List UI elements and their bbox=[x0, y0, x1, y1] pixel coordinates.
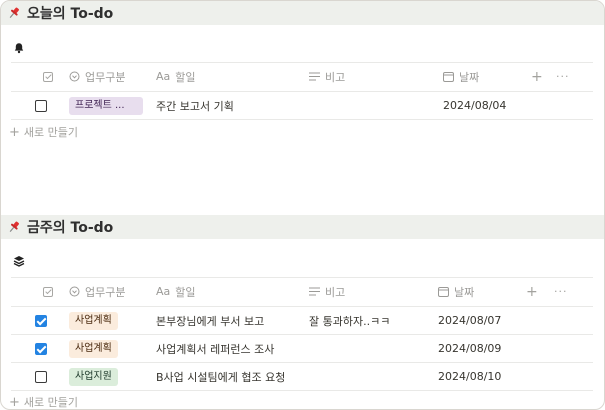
note-column-header[interactable]: 비고 bbox=[309, 63, 345, 90]
plus-icon: + bbox=[9, 124, 20, 140]
week-new-row-button[interactable]: + 새로 만들기 bbox=[9, 394, 78, 410]
today-new-row-button[interactable]: + 새로 만들기 bbox=[9, 124, 78, 140]
checkbox-header-icon bbox=[43, 286, 53, 297]
date-text[interactable]: 2024/08/10 bbox=[438, 363, 501, 390]
select-icon bbox=[69, 71, 80, 82]
week-title: 금주의 To-do bbox=[27, 220, 114, 236]
category-column-label: 업무구분 bbox=[85, 70, 126, 84]
todo-column-label: 할일 bbox=[175, 285, 196, 299]
category-tag: 사업지원 bbox=[69, 367, 118, 386]
todo-text[interactable]: 주간 보고서 기획 bbox=[156, 92, 234, 119]
category-tag: 프로젝트 ... bbox=[69, 96, 143, 115]
checkbox-column-header[interactable] bbox=[43, 63, 53, 90]
pushpin-icon bbox=[7, 220, 25, 234]
date-text[interactable]: 2024/08/09 bbox=[438, 335, 501, 362]
category-tag: 사업계획 bbox=[69, 339, 118, 358]
select-icon bbox=[69, 286, 80, 297]
title-prop-icon: Aa bbox=[156, 285, 171, 298]
plus-icon: + bbox=[9, 394, 20, 410]
date-column-header[interactable]: 날짜 bbox=[438, 278, 474, 305]
text-lines-icon bbox=[309, 287, 320, 296]
todo-column-header[interactable]: Aa 할일 bbox=[156, 278, 196, 305]
note-text[interactable]: 잘 통과하자..ㅋㅋ bbox=[309, 307, 390, 334]
more-options-button[interactable]: ··· bbox=[556, 63, 570, 90]
todo-text[interactable]: 사업계획서 레퍼런스 조사 bbox=[156, 335, 274, 362]
new-row-label: 새로 만들기 bbox=[23, 396, 79, 409]
text-lines-icon bbox=[309, 72, 320, 81]
note-column-header[interactable]: 비고 bbox=[309, 278, 345, 305]
note-column-label: 비고 bbox=[325, 285, 346, 299]
date-text[interactable]: 2024/08/04 bbox=[443, 92, 506, 119]
todo-checkbox[interactable] bbox=[35, 99, 47, 112]
todo-column-header[interactable]: Aa 할일 bbox=[156, 63, 196, 90]
add-property-button[interactable]: + bbox=[531, 63, 543, 90]
week-section-header: 금주의 To-do bbox=[1, 215, 604, 239]
todo-column-label: 할일 bbox=[175, 70, 196, 84]
table-row[interactable]: 사업계획 사업계획서 레퍼런스 조사 2024/08/09 bbox=[11, 334, 593, 362]
category-column-label: 업무구분 bbox=[85, 285, 126, 299]
category-tag: 사업계획 bbox=[69, 311, 118, 330]
new-row-label: 새로 만들기 bbox=[23, 126, 79, 139]
pushpin-icon bbox=[7, 6, 25, 20]
calendar-icon bbox=[443, 71, 454, 82]
notion-page: 오늘의 To-do 업무구분 Aa 할일 비고 날짜 + ··· 프로젝트 ..… bbox=[0, 0, 605, 410]
table-row[interactable]: 사업계획 본부장님에게 부서 보고 잘 통과하자..ㅋㅋ 2024/08/07 bbox=[11, 306, 593, 334]
add-property-button[interactable]: + bbox=[526, 278, 538, 305]
layers-icon[interactable] bbox=[13, 252, 27, 267]
date-column-label: 날짜 bbox=[459, 70, 480, 84]
date-column-label: 날짜 bbox=[454, 285, 475, 299]
week-table-header: 업무구분 Aa 할일 비고 날짜 + ··· bbox=[11, 277, 593, 305]
more-options-button[interactable]: ··· bbox=[554, 278, 568, 305]
todo-checkbox[interactable] bbox=[35, 314, 47, 327]
bell-icon[interactable] bbox=[13, 39, 27, 54]
table-row[interactable]: 프로젝트 ... 주간 보고서 기획 2024/08/04 bbox=[11, 91, 593, 120]
todo-text[interactable]: B사업 시설팀에게 협조 요청 bbox=[156, 363, 285, 390]
todo-checkbox[interactable] bbox=[35, 370, 47, 383]
table-row[interactable]: 사업지원 B사업 시설팀에게 협조 요청 2024/08/10 bbox=[11, 362, 593, 391]
checkbox-column-header[interactable] bbox=[43, 278, 53, 305]
date-text[interactable]: 2024/08/07 bbox=[438, 307, 501, 334]
today-section-header: 오늘의 To-do bbox=[1, 1, 604, 25]
today-table-header: 업무구분 Aa 할일 비고 날짜 + ··· bbox=[11, 62, 593, 90]
checkbox-header-icon bbox=[43, 71, 53, 82]
note-column-label: 비고 bbox=[325, 70, 346, 84]
todo-text[interactable]: 본부장님에게 부서 보고 bbox=[156, 307, 264, 334]
category-column-header[interactable]: 업무구분 bbox=[69, 63, 125, 90]
title-prop-icon: Aa bbox=[156, 70, 171, 83]
calendar-icon bbox=[438, 286, 449, 297]
category-column-header[interactable]: 업무구분 bbox=[69, 278, 125, 305]
todo-checkbox[interactable] bbox=[35, 342, 47, 355]
date-column-header[interactable]: 날짜 bbox=[443, 63, 479, 90]
today-title: 오늘의 To-do bbox=[27, 6, 114, 22]
